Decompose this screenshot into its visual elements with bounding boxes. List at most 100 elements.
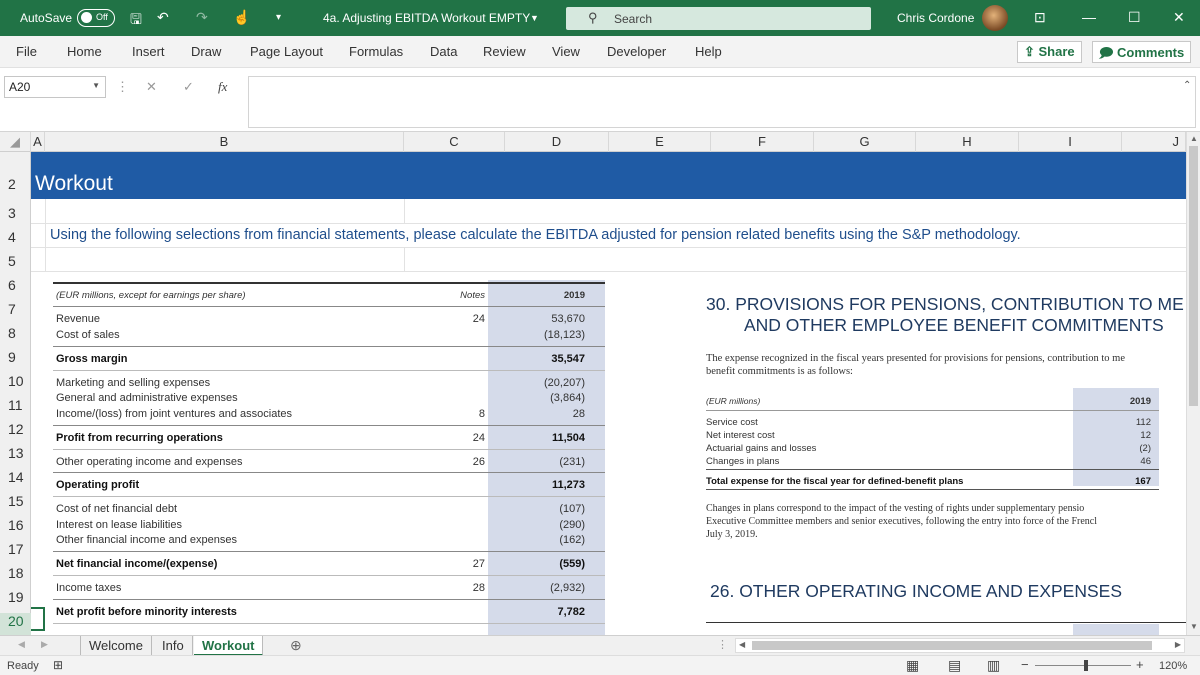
column-header-c[interactable]: C [404,132,505,152]
row-header-4[interactable]: 4 [0,229,31,245]
tab-formulas[interactable]: Formulas [349,44,403,59]
sheet-tab-info[interactable]: Info [154,636,193,656]
save-icon[interactable]: 🖫 [130,9,142,33]
column-header-h[interactable]: H [916,132,1019,152]
row-header-9[interactable]: 9 [0,349,31,365]
column-header-d[interactable]: D [505,132,609,152]
row-header-13[interactable]: 13 [0,445,31,461]
autosave-toggle[interactable]: Off [77,9,115,27]
row-header-20[interactable]: 20 [0,613,31,635]
tab-data[interactable]: Data [430,44,457,59]
formula-input[interactable] [248,76,1196,128]
customize-qat-icon[interactable]: ▾ [276,12,281,23]
cancel-icon[interactable]: ✕ [146,79,157,95]
worksheet-grid[interactable]: Workout Using the following selections f… [31,152,1186,635]
chevron-down-icon[interactable]: ▼ [92,81,100,90]
zoom-out-icon[interactable]: − [1021,657,1029,672]
zoom-level[interactable]: 120% [1159,660,1187,672]
pension-note-image[interactable]: 30. PROVISIONS FOR PENSIONS, CONTRIBUTIO… [706,292,1186,635]
collapse-formula-bar-icon[interactable]: ⌃ [1183,80,1191,91]
add-sheet-icon[interactable]: ⊕ [290,637,302,654]
tab-draw[interactable]: Draw [191,44,221,59]
next-sheet-icon[interactable]: ▶ [41,639,48,650]
undo-icon[interactable]: ↶ [157,9,169,26]
row-header-18[interactable]: 18 [0,565,31,581]
tab-review[interactable]: Review [483,44,526,59]
tab-home[interactable]: Home [67,44,102,59]
share-button[interactable]: ⇪ Share [1017,41,1082,63]
more-options-icon[interactable]: ⋮ [116,79,129,95]
chevron-down-icon[interactable]: ▼ [530,13,539,23]
maximize-icon[interactable]: ☐ [1128,9,1141,26]
avatar[interactable] [982,5,1008,31]
income-statement-image[interactable]: (EUR millions, except for earnings per s… [53,280,605,635]
column-header-g[interactable]: G [814,132,916,152]
scroll-down-icon[interactable]: ▼ [1190,622,1198,631]
scroll-right-icon[interactable]: ▶ [1175,640,1181,649]
page-break-preview-icon[interactable]: ▥ [987,657,1000,674]
row-header-19[interactable]: 19 [0,589,31,605]
column-header-j[interactable]: J [1122,132,1186,152]
page-layout-view-icon[interactable]: ▤ [948,657,961,674]
column-header-e[interactable]: E [609,132,711,152]
minimize-icon[interactable]: — [1082,9,1096,25]
header-year: 2019 [563,290,585,301]
tab-file[interactable]: File [16,44,37,59]
row-header-8[interactable]: 8 [0,325,31,341]
ribbon-display-icon[interactable]: ⊡ [1034,9,1046,26]
tab-developer[interactable]: Developer [607,44,666,59]
enter-icon[interactable]: ✓ [183,79,194,95]
row-header-6[interactable]: 6 [0,277,31,293]
row-header-16[interactable]: 16 [0,517,31,533]
normal-view-icon[interactable]: ▦ [906,657,919,674]
row-header-2[interactable]: 2 [0,176,31,192]
user-name[interactable]: Chris Cordone [897,11,974,25]
title-bar: AutoSave Off 🖫 ↶ ↷ ☝ ▾ 4a. Adjusting EBI… [0,0,1200,36]
scroll-thumb[interactable] [752,641,1152,650]
name-box[interactable]: A20 ▼ [4,76,106,98]
scroll-up-icon[interactable]: ▲ [1190,134,1198,143]
tab-splitter-icon[interactable]: ⋮ [717,638,728,651]
row-header-17[interactable]: 17 [0,541,31,557]
sheet-tab-welcome[interactable]: Welcome [80,636,152,656]
selected-cell-a20[interactable] [31,607,45,631]
row-header-14[interactable]: 14 [0,469,31,485]
prev-sheet-icon[interactable]: ◀ [18,639,25,650]
column-header-a[interactable]: A [31,132,45,152]
row-header-5[interactable]: 5 [0,253,31,269]
zoom-slider-thumb[interactable] [1084,660,1088,671]
scroll-thumb[interactable] [1189,146,1198,406]
row-header-12[interactable]: 12 [0,421,31,437]
horizontal-scrollbar[interactable]: ◀ ▶ [735,638,1185,653]
row-header-3[interactable]: 3 [0,205,31,221]
tab-help[interactable]: Help [695,44,722,59]
zoom-in-icon[interactable]: + [1136,657,1144,672]
select-all-corner[interactable]: ◢ [0,132,31,152]
tab-page-layout[interactable]: Page Layout [250,44,323,59]
column-header-i[interactable]: I [1019,132,1122,152]
vertical-scrollbar[interactable]: ▲ ▼ [1186,132,1200,635]
row-header-11[interactable]: 11 [0,397,31,413]
table-rule [53,575,605,576]
scroll-left-icon[interactable]: ◀ [739,640,745,649]
redo-icon[interactable]: ↷ [196,9,208,26]
tab-insert[interactable]: Insert [132,44,165,59]
document-title[interactable]: 4a. Adjusting EBITDA Workout EMPTY [323,11,530,25]
tab-view[interactable]: View [552,44,580,59]
macro-recording-icon[interactable]: ⊞ [53,658,63,672]
zoom-slider[interactable] [1035,665,1131,666]
row-header-7[interactable]: 7 [0,301,31,317]
comment-icon: 🗩 [1099,45,1118,60]
column-header-b[interactable]: B [45,132,404,152]
search-input[interactable]: ⚲ Search [566,7,871,30]
share-icon: ⇪ [1024,44,1039,59]
row-header-10[interactable]: 10 [0,373,31,389]
ribbon-tabs: File Home Insert Draw Page Layout Formul… [0,36,1200,68]
column-header-f[interactable]: F [711,132,814,152]
comments-button[interactable]: 🗩 Comments [1092,41,1192,63]
close-icon[interactable]: ✕ [1173,9,1185,26]
insert-function-icon[interactable]: fx [218,79,227,95]
touch-mode-icon[interactable]: ☝ [233,9,250,26]
row-header-15[interactable]: 15 [0,493,31,509]
sheet-tab-workout[interactable]: Workout [194,636,264,656]
